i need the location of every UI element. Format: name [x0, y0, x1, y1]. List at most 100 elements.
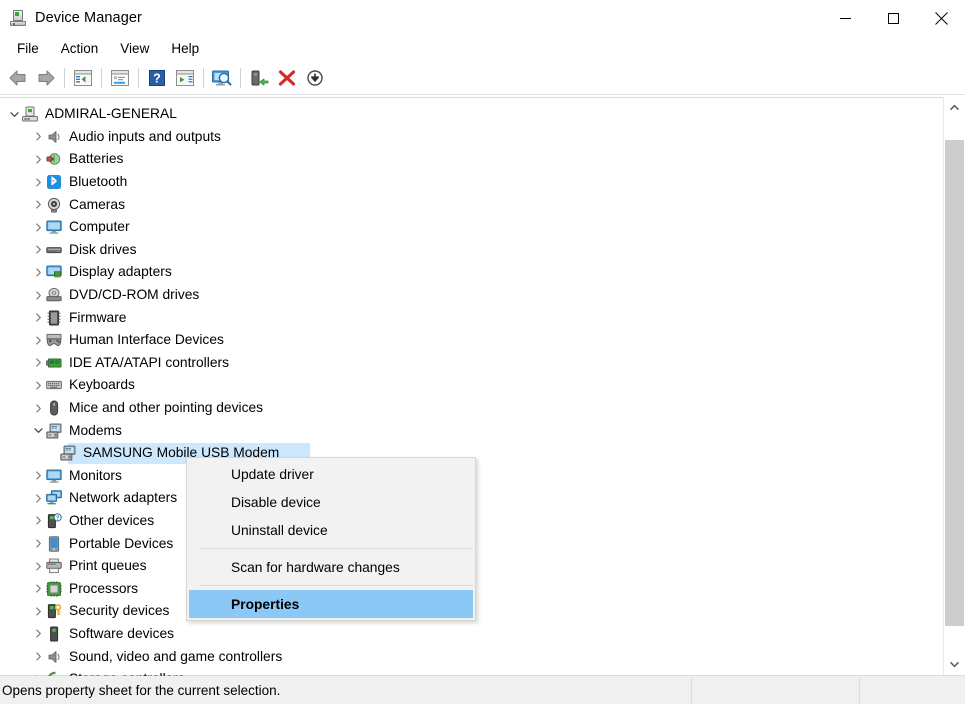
tree-item-sound-video-and-game-controllers[interactable]: Sound, video and game controllers	[0, 645, 944, 668]
scrollbar-track[interactable]	[944, 118, 965, 654]
svg-text:?: ?	[153, 71, 161, 85]
chevron-right-icon[interactable]	[30, 400, 46, 416]
window-controls	[821, 0, 965, 36]
toolbar: ?	[0, 62, 965, 95]
tree-item-label: Display adapters	[69, 264, 172, 280]
tree-item-batteries[interactable]: Batteries	[0, 148, 944, 171]
ide-controller-icon	[46, 355, 62, 371]
tree-item-computer[interactable]: Computer	[0, 216, 944, 239]
chevron-right-icon[interactable]	[30, 513, 46, 529]
chevron-right-icon[interactable]	[30, 264, 46, 280]
tree-item-keyboards[interactable]: Keyboards	[0, 374, 944, 397]
chevron-right-icon[interactable]	[30, 287, 46, 303]
chevron-right-icon[interactable]	[30, 468, 46, 484]
chevron-right-icon[interactable]	[30, 558, 46, 574]
tree-item-label: IDE ATA/ATAPI controllers	[69, 354, 229, 370]
svg-text:?: ?	[56, 515, 59, 521]
processor-icon	[46, 581, 62, 597]
chevron-right-icon[interactable]	[30, 603, 46, 619]
maximize-button[interactable]	[869, 0, 917, 36]
chevron-right-icon[interactable]	[30, 671, 46, 676]
tree-item-admiral-general[interactable]: ADMIRAL-GENERAL	[0, 103, 944, 126]
context-menu-separator	[199, 585, 473, 586]
scroll-down-arrow-icon[interactable]	[944, 654, 965, 675]
display-adapter-icon	[46, 264, 62, 280]
chevron-right-icon[interactable]	[30, 626, 46, 642]
tree-item-human-interface-devices[interactable]: Human Interface Devices	[0, 329, 944, 352]
context-menu-item-disable-device[interactable]: Disable device	[189, 488, 473, 516]
chevron-right-icon[interactable]	[30, 490, 46, 506]
tree-item-label: Sound, video and game controllers	[69, 648, 283, 664]
help-icon[interactable]: ?	[143, 65, 171, 91]
show-hide-action-pane-icon[interactable]	[171, 65, 199, 91]
scrollbar-thumb[interactable]	[945, 140, 964, 626]
forward-arrow-icon[interactable]	[32, 65, 60, 91]
other-device-icon: ?	[46, 513, 62, 529]
scan-for-hardware-changes-icon[interactable]	[208, 65, 236, 91]
chevron-right-icon[interactable]	[30, 197, 46, 213]
context-menu-item-properties[interactable]: Properties	[189, 590, 473, 618]
toolbar-separator	[64, 68, 65, 88]
back-arrow-icon[interactable]	[4, 65, 32, 91]
mouse-icon	[46, 400, 62, 416]
camera-icon	[46, 197, 62, 213]
tree-item-bluetooth[interactable]: Bluetooth	[0, 171, 944, 194]
tree-item-label: Audio inputs and outputs	[69, 128, 221, 144]
chevron-right-icon[interactable]	[30, 310, 46, 326]
tree-item-label: Modems	[69, 422, 122, 438]
chevron-right-icon[interactable]	[30, 377, 46, 393]
chevron-right-icon[interactable]	[30, 649, 46, 665]
optical-drive-icon	[46, 287, 62, 303]
properties-icon[interactable]	[106, 65, 134, 91]
context-menu[interactable]: Update driver Disable device Uninstall d…	[186, 457, 476, 621]
tree-item-label: Portable Devices	[69, 535, 174, 551]
tree-item-label: Monitors	[69, 467, 122, 483]
firmware-chip-icon	[46, 310, 62, 326]
tree-item-dvd-cd-rom-drives[interactable]: DVD/CD-ROM drives	[0, 284, 944, 307]
chevron-right-icon[interactable]	[30, 581, 46, 597]
tree-item-modems[interactable]: Modems	[0, 419, 944, 442]
tree-item-firmware[interactable]: Firmware	[0, 306, 944, 329]
chevron-right-icon[interactable]	[30, 174, 46, 190]
device-tree-pane[interactable]: ADMIRAL-GENERAL Audio inputs and outputs	[0, 97, 965, 676]
vertical-scrollbar[interactable]	[943, 97, 965, 675]
uninstall-device-icon[interactable]	[273, 65, 301, 91]
menu-file[interactable]: File	[6, 38, 50, 60]
status-bar: Opens property sheet for the current sel…	[0, 675, 965, 704]
chevron-right-icon[interactable]	[30, 332, 46, 348]
hid-gamepad-icon	[46, 332, 62, 348]
minimize-button[interactable]	[821, 0, 869, 36]
monitor-icon	[46, 219, 62, 235]
context-menu-item-update-driver[interactable]: Update driver	[189, 460, 473, 488]
chevron-right-icon[interactable]	[30, 536, 46, 552]
chevron-down-icon[interactable]	[6, 106, 22, 122]
chevron-right-icon[interactable]	[30, 219, 46, 235]
context-menu-item-scan-for-hardware-changes[interactable]: Scan for hardware changes	[189, 553, 473, 581]
menu-help[interactable]: Help	[160, 38, 210, 60]
chevron-right-icon[interactable]	[30, 151, 46, 167]
menu-action[interactable]: Action	[50, 38, 110, 60]
update-driver-icon[interactable]	[245, 65, 273, 91]
show-hide-console-tree-icon[interactable]	[69, 65, 97, 91]
tree-item-cameras[interactable]: Cameras	[0, 193, 944, 216]
monitor-icon	[46, 468, 62, 484]
tree-item-mice-and-other-pointing-devices[interactable]: Mice and other pointing devices	[0, 397, 944, 420]
chevron-right-icon[interactable]	[30, 242, 46, 258]
close-button[interactable]	[917, 0, 965, 36]
tree-item-label: Security devices	[69, 603, 170, 619]
context-menu-item-uninstall-device[interactable]: Uninstall device	[189, 516, 473, 544]
tree-item-display-adapters[interactable]: Display adapters	[0, 261, 944, 284]
chevron-right-icon[interactable]	[30, 129, 46, 145]
tree-item-audio-inputs-and-outputs[interactable]: Audio inputs and outputs	[0, 126, 944, 149]
scroll-up-arrow-icon[interactable]	[944, 97, 965, 118]
tree-item-software-devices[interactable]: Software devices	[0, 623, 944, 646]
chevron-down-icon[interactable]	[30, 423, 46, 439]
tree-item-disk-drives[interactable]: Disk drives	[0, 239, 944, 262]
tree-item-label: Human Interface Devices	[69, 332, 224, 348]
toolbar-separator	[240, 68, 241, 88]
tree-item-label: Storage controllers	[69, 670, 185, 676]
disable-device-icon[interactable]	[301, 65, 329, 91]
chevron-right-icon[interactable]	[30, 355, 46, 371]
menu-view[interactable]: View	[109, 38, 160, 60]
tree-item-ide-ata-atapi-controllers[interactable]: IDE ATA/ATAPI controllers	[0, 352, 944, 375]
